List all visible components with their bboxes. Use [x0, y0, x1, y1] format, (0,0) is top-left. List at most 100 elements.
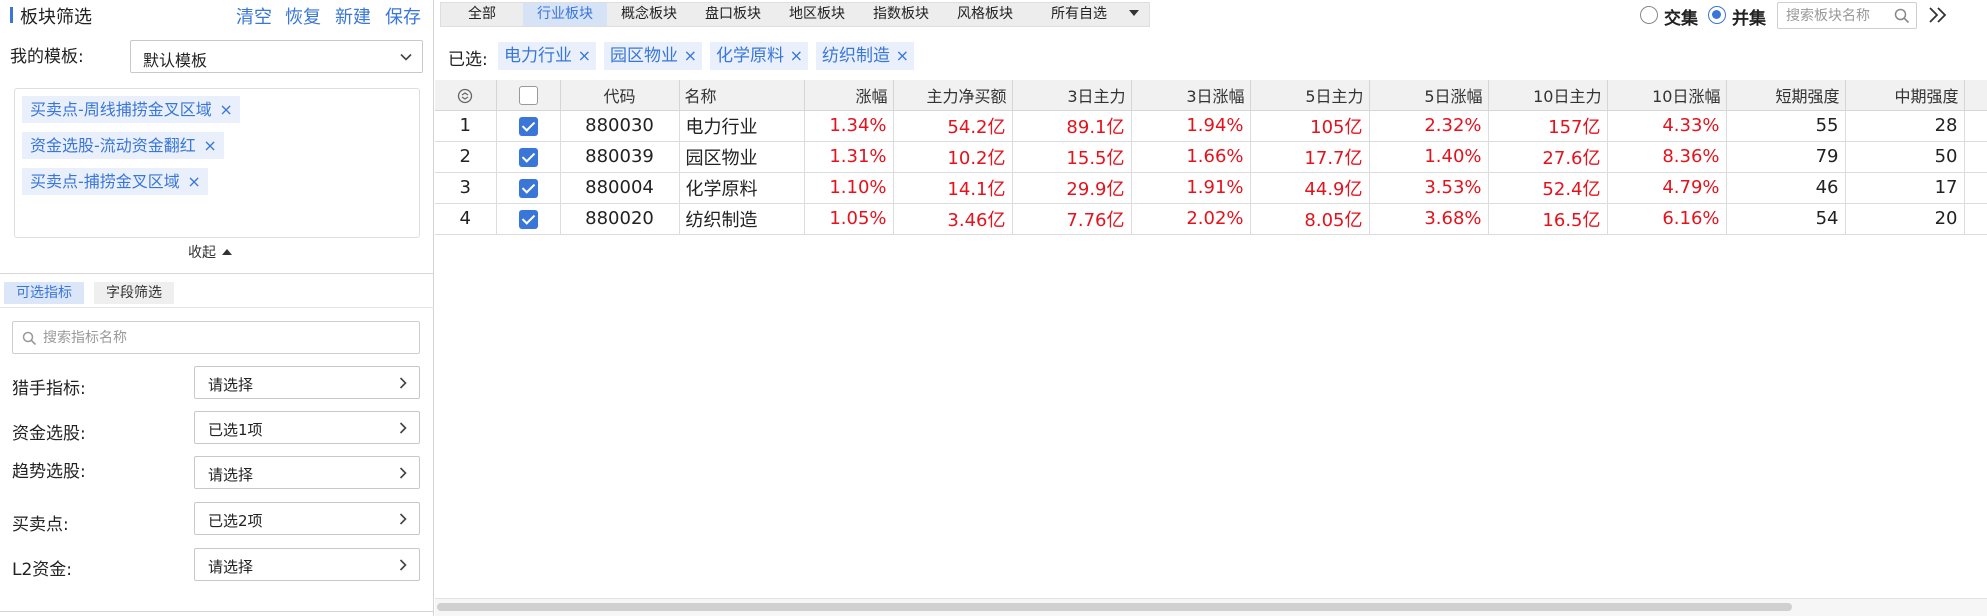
tab-index[interactable]: 指数板块 — [859, 3, 943, 26]
selected-label: 已选: — [448, 50, 488, 70]
sector-search-input[interactable] — [1786, 6, 1886, 26]
tag-label: 园区物业 — [610, 46, 678, 66]
column-change[interactable]: 涨幅 — [804, 80, 894, 111]
row-checkbox-cell[interactable] — [496, 110, 561, 142]
double-chevron-right-icon[interactable] — [1927, 3, 1949, 27]
cell-10d-change: 4.79% — [1607, 172, 1727, 204]
cell-3d-change: 1.66% — [1131, 141, 1251, 173]
row-checkbox-cell[interactable] — [496, 172, 561, 204]
template-select[interactable]: 默认模板 — [130, 40, 423, 73]
tag-label: 买卖点-捕捞金叉区域 — [30, 172, 180, 191]
cell-filler — [1964, 203, 1987, 235]
horizontal-scrollbar[interactable] — [435, 598, 1987, 616]
close-icon[interactable]: × — [219, 96, 232, 123]
column-10d-main[interactable]: 10日主力 — [1488, 80, 1608, 111]
cell-3d-change: 2.02% — [1131, 203, 1251, 235]
table-row[interactable]: 2 880039 园区物业 1.31% 10.2亿 15.5亿 1.66% 17.7亿 1.40… — [435, 141, 1987, 173]
l2-fund-select[interactable]: 请选择 — [194, 548, 420, 581]
select-all-checkbox-cell[interactable] — [496, 80, 561, 111]
tab-style[interactable]: 风格板块 — [943, 3, 1027, 26]
row-checkbox[interactable] — [518, 147, 538, 167]
column-short-strength[interactable]: 短期强度 — [1726, 80, 1846, 111]
close-icon[interactable]: × — [684, 42, 697, 70]
column-name[interactable]: 名称 — [679, 80, 805, 111]
close-icon[interactable]: × — [187, 168, 200, 195]
tab-label: 所有自选 — [1051, 6, 1107, 22]
row-checkbox[interactable] — [518, 116, 538, 136]
table-row[interactable]: 3 880004 化学原料 1.10% 14.1亿 29.9亿 1.91% 44.9亿 3.53… — [435, 172, 1987, 204]
column-3d-main[interactable]: 3日主力 — [1012, 80, 1132, 111]
panel-title: 板块筛选 — [20, 7, 92, 28]
cell-name: 电力行业 — [679, 110, 805, 142]
tab-industry[interactable]: 行业板块 — [523, 3, 607, 26]
cell-5d-main: 8.05亿 — [1250, 203, 1370, 235]
cell-5d-change: 3.53% — [1369, 172, 1489, 204]
selected-sector-tag: 园区物业 × — [604, 42, 702, 70]
select-all-checkbox[interactable] — [518, 85, 538, 105]
close-icon[interactable]: × — [578, 42, 591, 70]
tab-optional-indicators[interactable]: 可选指标 — [4, 282, 84, 304]
restore-button[interactable]: 恢复 — [285, 3, 321, 29]
caret-up-icon — [222, 249, 232, 255]
sector-table: 代码 名称 涨幅 主力净买额 3日主力 3日涨幅 5日主力 5日涨幅 10日主力… — [435, 80, 1987, 235]
close-icon[interactable]: × — [203, 132, 216, 159]
fund-stock-label: 资金选股: — [12, 424, 86, 444]
table-header-row: 代码 名称 涨幅 主力净买额 3日主力 3日涨幅 5日主力 5日涨幅 10日主力… — [435, 80, 1987, 111]
settings-icon — [458, 88, 473, 103]
tab-concept[interactable]: 概念板块 — [607, 3, 691, 26]
hunter-indicator-select[interactable]: 请选择 — [194, 366, 420, 399]
column-code[interactable]: 代码 — [560, 80, 680, 111]
tab-handicap[interactable]: 盘口板块 — [691, 3, 775, 26]
cell-5d-change: 1.40% — [1369, 141, 1489, 173]
cell-5d-main: 44.9亿 — [1250, 172, 1370, 204]
close-icon[interactable]: × — [790, 42, 803, 70]
column-settings[interactable] — [435, 80, 497, 111]
divider — [0, 273, 434, 274]
table-row[interactable]: 1 880030 电力行业 1.34% 54.2亿 89.1亿 1.94% 105亿 2.32%… — [435, 110, 1987, 142]
scrollbar-thumb[interactable] — [437, 603, 1792, 611]
cell-3d-main: 15.5亿 — [1012, 141, 1132, 173]
indicator-search-input[interactable] — [43, 327, 403, 349]
column-3d-change[interactable]: 3日涨幅 — [1131, 80, 1251, 111]
radio-label: 交集 — [1664, 9, 1698, 29]
select-value: 请选择 — [208, 376, 254, 394]
row-index: 4 — [435, 203, 497, 235]
trend-stock-select[interactable]: 请选择 — [194, 456, 420, 489]
row-checkbox-cell[interactable] — [496, 141, 561, 173]
column-filler — [1964, 80, 1987, 111]
tab-field-filter[interactable]: 字段筛选 — [94, 282, 174, 304]
column-5d-change[interactable]: 5日涨幅 — [1369, 80, 1489, 111]
collapse-button[interactable]: 收起 — [188, 242, 232, 262]
column-5d-main[interactable]: 5日主力 — [1250, 80, 1370, 111]
divider — [0, 307, 434, 308]
column-net-buy[interactable]: 主力净买额 — [893, 80, 1013, 111]
tab-all-watchlist[interactable]: 所有自选 — [1027, 3, 1149, 26]
tab-all[interactable]: 全部 — [441, 3, 523, 26]
table-row[interactable]: 4 880020 纺织制造 1.05% 3.46亿 7.76亿 2.02% 8.05亿 3.68… — [435, 203, 1987, 235]
cell-10d-change: 4.33% — [1607, 110, 1727, 142]
cell-net-buy: 10.2亿 — [893, 141, 1013, 173]
cell-change: 1.34% — [804, 110, 894, 142]
column-mid-strength[interactable]: 中期强度 — [1845, 80, 1965, 111]
fund-stock-select[interactable]: 已选1项 — [194, 411, 420, 444]
cell-3d-change: 1.91% — [1131, 172, 1251, 204]
cell-10d-main: 52.4亿 — [1488, 172, 1608, 204]
cell-mid-strength: 50 — [1845, 141, 1965, 173]
cell-3d-main: 29.9亿 — [1012, 172, 1132, 204]
row-checkbox[interactable] — [518, 209, 538, 229]
buy-sell-label: 买卖点: — [12, 515, 69, 535]
row-checkbox-cell[interactable] — [496, 203, 561, 235]
clear-button[interactable]: 清空 — [236, 3, 272, 29]
buy-sell-select[interactable]: 已选2项 — [194, 502, 420, 535]
new-button[interactable]: 新建 — [335, 3, 371, 29]
tab-region[interactable]: 地区板块 — [775, 3, 859, 26]
row-checkbox[interactable] — [518, 178, 538, 198]
radio-label: 并集 — [1732, 9, 1766, 29]
close-icon[interactable]: × — [896, 42, 909, 70]
column-10d-change[interactable]: 10日涨幅 — [1607, 80, 1727, 111]
cell-filler — [1964, 110, 1987, 142]
selected-sector-tag: 化学原料 × — [710, 42, 808, 70]
cell-3d-main: 7.76亿 — [1012, 203, 1132, 235]
save-button[interactable]: 保存 — [385, 3, 421, 29]
cell-net-buy: 54.2亿 — [893, 110, 1013, 142]
